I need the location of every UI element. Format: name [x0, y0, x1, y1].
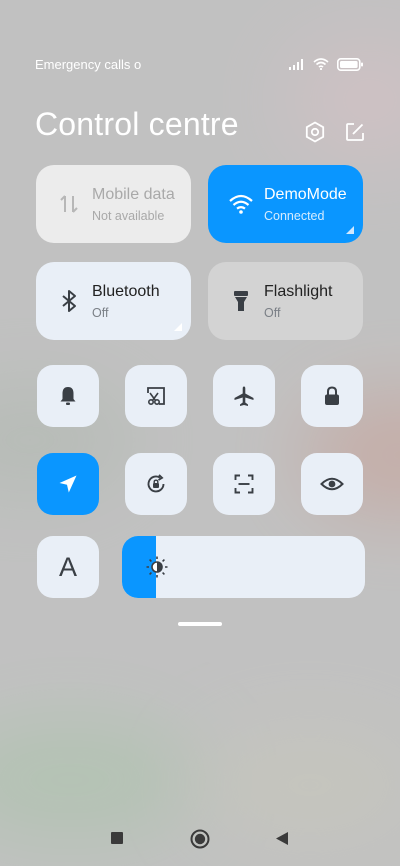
tile-label: DemoMode	[264, 185, 347, 203]
rotation-lock-icon	[147, 474, 165, 493]
bluetooth-tile[interactable]: Bluetooth Off	[36, 262, 191, 340]
home-icon[interactable]	[190, 829, 210, 849]
recents-icon[interactable]	[111, 832, 123, 844]
bell-toggle[interactable]	[37, 365, 99, 427]
airplane-toggle[interactable]	[213, 365, 275, 427]
wifi-icon	[229, 194, 253, 214]
expand-corner-icon	[346, 226, 354, 234]
tile-status: Not available	[92, 208, 165, 223]
drag-handle[interactable]	[178, 622, 222, 626]
eye-icon	[320, 477, 344, 491]
location-toggle[interactable]	[37, 453, 99, 515]
lock-icon	[325, 386, 339, 405]
wifi-icon	[313, 58, 329, 70]
scanner-toggle[interactable]	[213, 453, 275, 515]
bluetooth-icon	[62, 290, 76, 312]
tile-label: Bluetooth	[92, 282, 160, 300]
carrier-text: Emergency calls o	[35, 56, 142, 72]
location-icon	[59, 475, 77, 493]
reading-mode-toggle[interactable]	[301, 453, 363, 515]
signal-icon	[289, 58, 303, 70]
flashlight-icon	[234, 291, 248, 311]
font-size-label: A	[58, 551, 77, 582]
screenshot-toggle[interactable]	[125, 365, 187, 427]
tile-status: Connected	[264, 208, 325, 223]
airplane-icon	[234, 386, 254, 406]
mobile-data-icon	[60, 195, 78, 213]
mobile-data-tile[interactable]: Mobile data Not available	[36, 165, 191, 243]
page-title: Control centre	[35, 106, 239, 142]
status-bar: Emergency calls o	[35, 55, 364, 73]
expand-corner-icon	[174, 323, 182, 331]
tile-status: Off	[264, 305, 281, 320]
edit-icon[interactable]	[344, 121, 366, 143]
lock-screen-toggle[interactable]	[301, 365, 363, 427]
settings-icon[interactable]	[304, 121, 326, 143]
navigation-bar	[0, 828, 400, 856]
wifi-tile[interactable]: DemoMode Connected	[208, 165, 363, 243]
font-size-button[interactable]: A	[37, 536, 99, 598]
battery-icon	[337, 57, 363, 71]
flashlight-tile[interactable]: Flashlight Off	[208, 262, 363, 340]
tile-label: Flashlight	[264, 282, 333, 300]
scanner-icon	[234, 474, 254, 494]
brightness-slider[interactable]	[122, 536, 365, 598]
tile-status: Off	[92, 305, 109, 320]
screenshot-icon	[147, 387, 165, 406]
bell-icon	[60, 387, 76, 405]
tile-label: Mobile data	[92, 185, 175, 203]
back-icon[interactable]	[276, 832, 288, 845]
sun-icon	[146, 556, 168, 578]
rotation-lock-toggle[interactable]	[125, 453, 187, 515]
